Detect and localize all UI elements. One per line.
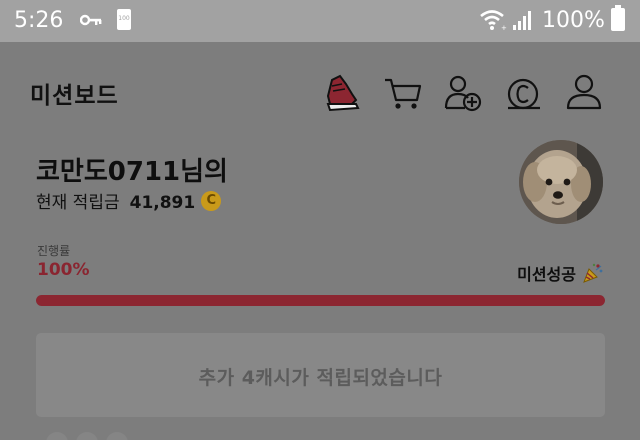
notice-banner: 추가 4캐시가 적립되었습니다 xyxy=(36,333,605,417)
battery-icon xyxy=(611,5,625,31)
add-friend-icon[interactable] xyxy=(443,70,483,114)
points-row: 현재 적립금 41,891 C xyxy=(36,191,222,215)
key-icon xyxy=(80,14,102,26)
party-popper-icon xyxy=(583,263,603,283)
progress-value: 100% xyxy=(37,260,90,280)
svg-text:+: + xyxy=(501,24,507,31)
cash-icon[interactable] xyxy=(504,70,544,114)
app-screen: 5:26 100 + 100% 미션보드 코만도0711님의 현재 적립금 41… xyxy=(0,0,640,440)
points-value: 41,891 xyxy=(129,193,196,213)
points-label: 현재 적립금 xyxy=(36,193,120,213)
progress-label: 진행률 xyxy=(37,244,71,258)
greeting: 코만도0711님의 xyxy=(36,157,228,187)
avatar[interactable] xyxy=(519,140,603,224)
wifi-icon: + xyxy=(480,10,507,31)
battery-icon: 100 xyxy=(117,9,131,30)
dog-avatar-image xyxy=(519,140,603,224)
list-item-icon xyxy=(76,432,98,440)
status-bar: 5:26 100 + 100% xyxy=(0,0,640,42)
cart-icon[interactable] xyxy=(383,70,423,114)
battery-percent: 100% xyxy=(542,8,605,33)
mission-status-text: 미션성공 xyxy=(517,265,576,284)
list-item-icon xyxy=(46,432,68,440)
notice-text: 추가 4캐시가 적립되었습니다 xyxy=(198,367,443,389)
battery-label: 100 xyxy=(118,15,130,22)
page-title: 미션보드 xyxy=(30,83,119,109)
mission-status: 미션성공 xyxy=(517,261,604,285)
signal-icon xyxy=(513,11,531,30)
coin-icon: C xyxy=(201,191,222,211)
profile-icon[interactable] xyxy=(564,70,604,114)
progress-bar-fill xyxy=(36,295,605,306)
progress-bar xyxy=(36,295,605,306)
list-item-icon xyxy=(106,432,128,440)
status-time: 5:26 xyxy=(14,8,64,33)
sneaker-icon[interactable] xyxy=(322,70,362,114)
